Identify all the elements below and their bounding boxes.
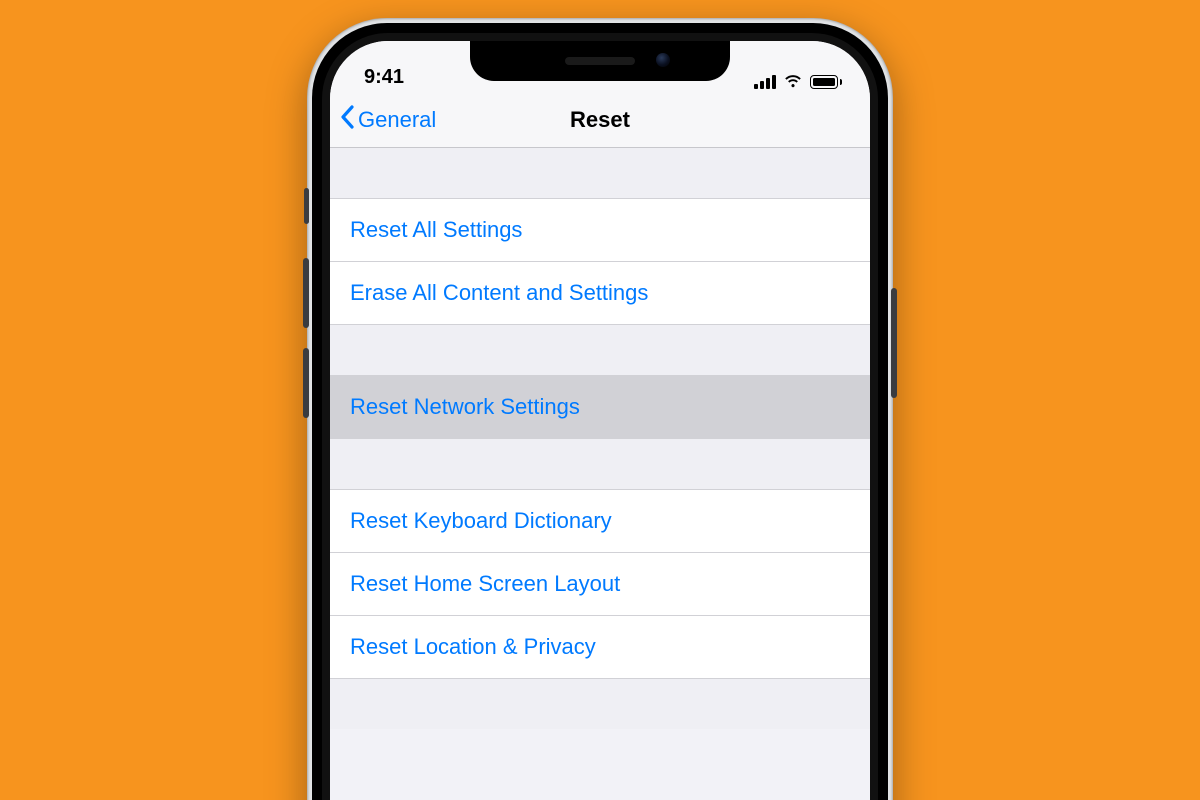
notch bbox=[470, 41, 730, 81]
row-label: Reset Home Screen Layout bbox=[350, 571, 620, 596]
volume-down-button[interactable] bbox=[303, 348, 309, 418]
cellular-signal-icon bbox=[754, 75, 776, 89]
row-label: Reset Network Settings bbox=[350, 394, 580, 419]
reset-all-settings-row[interactable]: Reset All Settings bbox=[330, 198, 870, 261]
screen: 9:41 bbox=[330, 41, 870, 800]
nav-bar: General Reset bbox=[330, 93, 870, 148]
status-time: 9:41 bbox=[364, 66, 444, 89]
row-label: Reset Keyboard Dictionary bbox=[350, 508, 612, 533]
mute-switch[interactable] bbox=[304, 188, 309, 224]
section-gap bbox=[330, 439, 870, 489]
row-label: Erase All Content and Settings bbox=[350, 280, 648, 305]
section-gap bbox=[330, 325, 870, 375]
volume-up-button[interactable] bbox=[303, 258, 309, 328]
row-label: Reset All Settings bbox=[350, 217, 522, 242]
section-gap bbox=[330, 148, 870, 198]
erase-all-content-row[interactable]: Erase All Content and Settings bbox=[330, 261, 870, 325]
wifi-icon bbox=[783, 74, 803, 89]
front-camera bbox=[656, 53, 670, 67]
power-button[interactable] bbox=[891, 288, 897, 398]
phone-device: 9:41 bbox=[307, 18, 893, 800]
back-button[interactable]: General bbox=[340, 93, 436, 147]
section-gap bbox=[330, 679, 870, 729]
phone-bezel-outer: 9:41 bbox=[312, 23, 888, 800]
row-label: Reset Location & Privacy bbox=[350, 634, 596, 659]
battery-icon bbox=[810, 75, 843, 89]
settings-list: Reset All Settings Erase All Content and… bbox=[330, 148, 870, 729]
stage: 9:41 bbox=[0, 0, 1200, 800]
reset-home-screen-layout-row[interactable]: Reset Home Screen Layout bbox=[330, 552, 870, 615]
earpiece-speaker bbox=[565, 57, 635, 65]
phone-bezel-inner: 9:41 bbox=[322, 33, 878, 800]
reset-network-settings-row[interactable]: Reset Network Settings bbox=[330, 375, 870, 439]
chevron-left-icon bbox=[340, 105, 356, 135]
nav-title: Reset bbox=[570, 107, 630, 133]
back-label: General bbox=[358, 107, 436, 133]
reset-location-privacy-row[interactable]: Reset Location & Privacy bbox=[330, 615, 870, 679]
reset-keyboard-dictionary-row[interactable]: Reset Keyboard Dictionary bbox=[330, 489, 870, 552]
status-indicators bbox=[754, 74, 843, 89]
